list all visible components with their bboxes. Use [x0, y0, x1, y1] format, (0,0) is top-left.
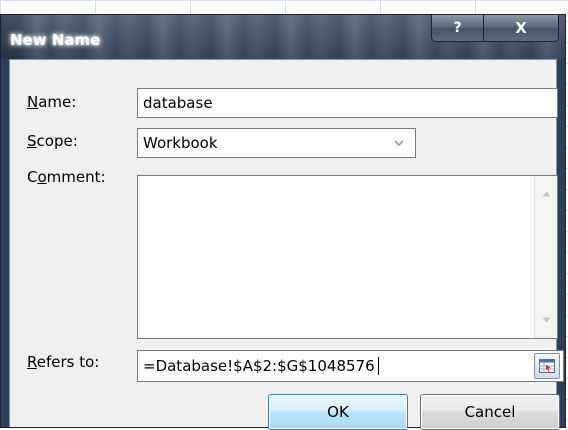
new-name-dialog: New Name ? X Name: database Scope: Workb… [0, 14, 566, 430]
refers-to-text: =Database!$A$2:$G$1048576 [143, 357, 379, 376]
help-icon: ? [453, 20, 462, 36]
name-label: Name: [27, 93, 76, 111]
chevron-down-icon[interactable] [383, 129, 415, 157]
scope-label: Scope: [27, 132, 78, 150]
scope-label-accel: S [27, 132, 37, 150]
name-input-value: database [143, 94, 213, 112]
scope-select-value: Workbook [143, 134, 218, 152]
dialog-client-area: Name: database Scope: Workbook Comment: [9, 59, 564, 430]
refers-to-value: =Database!$A$2:$G$1048576 [143, 356, 375, 375]
scope-select[interactable]: Workbook [137, 128, 416, 158]
refers-label-text: efers to: [36, 353, 100, 371]
comment-scrollbar[interactable] [534, 176, 557, 338]
ok-button-label: OK [327, 403, 349, 421]
help-button[interactable]: ? [432, 15, 484, 41]
comment-label: Comment: [27, 168, 106, 186]
comment-textarea[interactable] [137, 175, 558, 339]
name-input[interactable]: database [137, 88, 558, 118]
scroll-down-icon[interactable] [535, 308, 557, 332]
refers-to-input[interactable]: =Database!$A$2:$G$1048576 [137, 350, 564, 382]
refers-label-accel: R [27, 353, 37, 371]
collapse-dialog-button[interactable] [534, 353, 560, 379]
name-label-text: ame: [38, 93, 77, 111]
close-button[interactable]: X [484, 15, 558, 41]
collapse-dialog-icon [539, 359, 555, 373]
cancel-button-label: Cancel [464, 403, 516, 421]
refers-to-label: Refers to: [27, 353, 99, 371]
comment-label-text: mment: [46, 168, 106, 186]
scope-label-text: cope: [36, 132, 78, 150]
name-label-accel: N [27, 93, 39, 111]
close-icon: X [515, 19, 527, 37]
comment-label-accel: o [37, 168, 47, 186]
ok-button[interactable]: OK [268, 394, 408, 430]
window-controls: ? X [431, 15, 559, 42]
text-caret [377, 357, 379, 376]
scroll-up-icon[interactable] [535, 182, 557, 206]
dialog-title: New Name [10, 31, 101, 49]
comment-label-pre: C [27, 168, 38, 186]
cancel-button[interactable]: Cancel [420, 394, 560, 430]
title-bar[interactable]: New Name ? X [1, 15, 565, 59]
